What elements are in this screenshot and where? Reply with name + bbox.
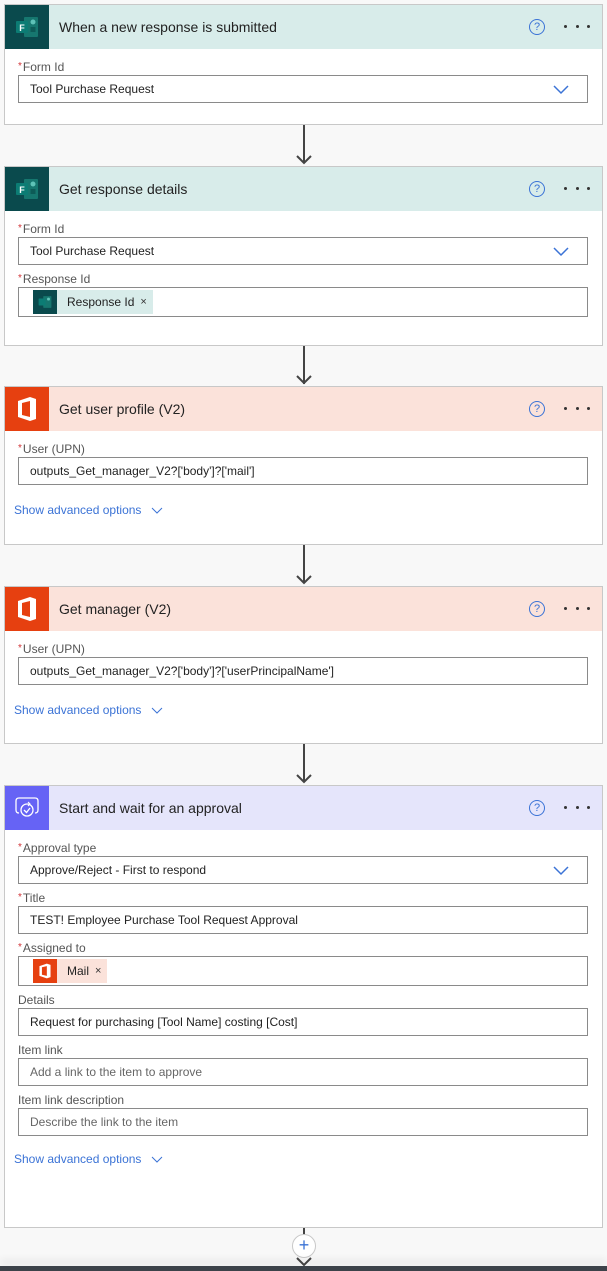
form-id-value: Tool Purchase Request bbox=[30, 82, 155, 96]
token-label: Mail bbox=[67, 964, 90, 978]
response-id-input[interactable]: Response Id × bbox=[18, 287, 588, 317]
details-label: Details bbox=[18, 993, 55, 1007]
arrow-down-icon bbox=[296, 774, 312, 784]
user-upn-value: outputs_Get_manager_V2?['body']?['userPr… bbox=[30, 664, 335, 678]
card-header[interactable]: F When a new response is submitted ? bbox=[5, 5, 602, 49]
chevron-down-icon[interactable] bbox=[553, 85, 569, 95]
form-id-value: Tool Purchase Request bbox=[30, 244, 155, 258]
office-icon bbox=[5, 587, 49, 631]
help-icon[interactable]: ? bbox=[529, 181, 545, 197]
user-upn-label: *User (UPN) bbox=[18, 442, 85, 456]
response-id-token[interactable]: Response Id × bbox=[33, 290, 153, 314]
card-title: When a new response is submitted bbox=[59, 19, 277, 35]
chevron-down-icon[interactable] bbox=[553, 247, 569, 257]
show-advanced-options-link[interactable]: Show advanced options bbox=[14, 703, 163, 717]
more-options-icon[interactable] bbox=[564, 597, 590, 619]
title-input[interactable]: TEST! Employee Purchase Tool Request App… bbox=[18, 906, 588, 934]
item-link-input[interactable]: Add a link to the item to approve bbox=[18, 1058, 588, 1086]
help-icon[interactable]: ? bbox=[529, 19, 545, 35]
form-id-dropdown[interactable]: Tool Purchase Request bbox=[18, 237, 588, 265]
card-header[interactable]: Start and wait for an approval ? bbox=[5, 786, 602, 830]
svg-text:F: F bbox=[19, 185, 25, 195]
form-id-label: *Form Id bbox=[18, 60, 65, 74]
card-get-response-details: F Get response details ? *Form Id Tool P… bbox=[4, 166, 603, 346]
forms-icon: F bbox=[5, 5, 49, 49]
show-advanced-options-link[interactable]: Show advanced options bbox=[14, 1152, 163, 1166]
assigned-to-input[interactable]: Mail × bbox=[18, 956, 588, 986]
card-get-manager: Get manager (V2) ? *User (UPN) outputs_G… bbox=[4, 586, 603, 744]
item-link-description-placeholder: Describe the link to the item bbox=[30, 1115, 179, 1129]
arrow-down-icon bbox=[296, 375, 312, 385]
remove-token-icon[interactable]: × bbox=[95, 965, 107, 977]
card-header[interactable]: Get user profile (V2) ? bbox=[5, 387, 602, 431]
help-icon[interactable]: ? bbox=[529, 401, 545, 417]
approval-type-label: *Approval type bbox=[18, 841, 97, 855]
card-title: Get user profile (V2) bbox=[59, 401, 186, 417]
user-upn-label: *User (UPN) bbox=[18, 642, 85, 656]
show-advanced-options-link[interactable]: Show advanced options bbox=[14, 503, 163, 517]
card-title: Get response details bbox=[59, 181, 188, 197]
assigned-to-label: *Assigned to bbox=[18, 941, 86, 955]
card-get-user-profile: Get user profile (V2) ? *User (UPN) outp… bbox=[4, 386, 603, 545]
item-link-description-label: Item link description bbox=[18, 1093, 125, 1107]
title-value: TEST! Employee Purchase Tool Request App… bbox=[30, 913, 298, 927]
office-icon bbox=[33, 959, 57, 983]
approval-type-dropdown[interactable]: Approve/Reject - First to respond bbox=[18, 856, 588, 884]
response-id-label: *Response Id bbox=[18, 272, 91, 286]
add-step-button[interactable]: + bbox=[292, 1234, 316, 1258]
form-id-label: *Form Id bbox=[18, 222, 65, 236]
card-title: Get manager (V2) bbox=[59, 601, 172, 617]
card-header[interactable]: Get manager (V2) ? bbox=[5, 587, 602, 631]
svg-text:F: F bbox=[19, 23, 25, 33]
more-options-icon[interactable] bbox=[564, 15, 590, 37]
more-options-icon[interactable] bbox=[564, 796, 590, 818]
user-upn-input[interactable]: outputs_Get_manager_V2?['body']?['mail'] bbox=[18, 457, 588, 485]
card-start-approval: Start and wait for an approval ? *Approv… bbox=[4, 785, 603, 1228]
title-label: *Title bbox=[18, 891, 46, 905]
more-options-icon[interactable] bbox=[564, 177, 590, 199]
office-icon bbox=[5, 387, 49, 431]
details-value: Request for purchasing [Tool Name] costi… bbox=[30, 1015, 298, 1029]
user-upn-value: outputs_Get_manager_V2?['body']?['mail'] bbox=[30, 464, 255, 478]
details-input[interactable]: Request for purchasing [Tool Name] costi… bbox=[18, 1008, 588, 1036]
approval-type-value: Approve/Reject - First to respond bbox=[30, 863, 207, 877]
more-options-icon[interactable] bbox=[564, 397, 590, 419]
arrow-down-icon bbox=[296, 155, 312, 165]
item-link-description-input[interactable]: Describe the link to the item bbox=[18, 1108, 588, 1136]
bottom-bar bbox=[0, 1266, 607, 1271]
card-title: Start and wait for an approval bbox=[59, 800, 242, 816]
help-icon[interactable]: ? bbox=[529, 800, 545, 816]
mail-token[interactable]: Mail × bbox=[33, 959, 108, 983]
token-label: Response Id bbox=[67, 295, 135, 309]
arrow-down-icon bbox=[296, 575, 312, 585]
chevron-down-icon bbox=[152, 707, 163, 714]
chevron-down-icon bbox=[152, 507, 163, 514]
card-header[interactable]: F Get response details ? bbox=[5, 167, 602, 211]
form-id-dropdown[interactable]: Tool Purchase Request bbox=[18, 75, 588, 103]
remove-token-icon[interactable]: × bbox=[140, 296, 152, 308]
approval-icon bbox=[5, 786, 49, 830]
help-icon[interactable]: ? bbox=[529, 601, 545, 617]
card-trigger-new-response: F When a new response is submitted ? *Fo… bbox=[4, 4, 603, 125]
forms-icon bbox=[33, 290, 57, 314]
chevron-down-icon bbox=[152, 1156, 163, 1163]
user-upn-input[interactable]: outputs_Get_manager_V2?['body']?['userPr… bbox=[18, 657, 588, 685]
item-link-placeholder: Add a link to the item to approve bbox=[30, 1065, 203, 1079]
forms-icon: F bbox=[5, 167, 49, 211]
item-link-label: Item link bbox=[18, 1043, 63, 1057]
chevron-down-icon[interactable] bbox=[553, 866, 569, 876]
